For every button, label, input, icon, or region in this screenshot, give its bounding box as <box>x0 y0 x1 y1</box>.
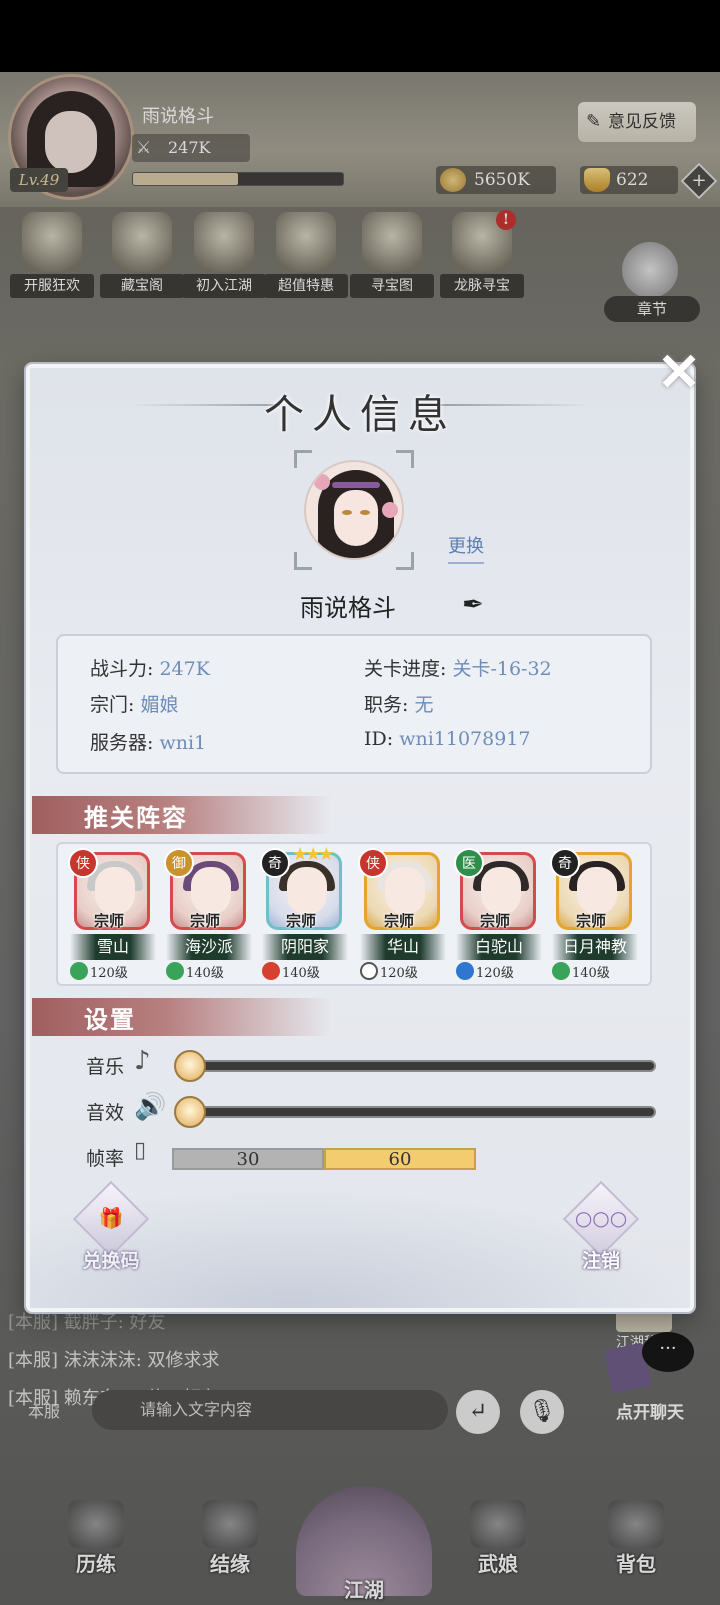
class-seal: 奇 <box>260 848 290 878</box>
role-info: 职务: 无 <box>364 694 434 716</box>
fps-option-30[interactable]: 30 <box>172 1148 324 1170</box>
power-info: 战斗力: 247K <box>90 658 210 680</box>
id-info: ID: wni11078917 <box>364 728 531 750</box>
gift-icon: 🎁 <box>98 1206 124 1230</box>
redeem-code-button[interactable]: 🎁 兑换码 <box>70 1180 160 1282</box>
speaker-icon: 🔊 <box>134 1092 167 1122</box>
sfx-label: 音效 <box>86 1102 125 1124</box>
sect-info: 宗门: 媚娘 <box>90 694 179 716</box>
nickname: 雨说格斗 <box>300 594 396 622</box>
music-slider[interactable] <box>180 1060 656 1072</box>
phone-icon: ▯ <box>134 1138 147 1163</box>
hero-card[interactable]: 医 宗师 白驼山 120级 <box>454 848 542 982</box>
sfx-slider[interactable] <box>180 1106 656 1118</box>
info-card: 战斗力: 247K 关卡进度: 关卡-16-32 宗门: 媚娘 职务: 无 服务… <box>56 634 652 774</box>
stage-info: 关卡进度: 关卡-16-32 <box>364 658 552 680</box>
fps-option-60[interactable]: 60 <box>324 1148 476 1170</box>
sfx-slider-handle[interactable] <box>174 1096 206 1128</box>
class-seal: 奇 <box>550 848 580 878</box>
change-avatar-link[interactable]: 更换 <box>448 532 484 564</box>
music-slider-handle[interactable] <box>174 1050 206 1082</box>
settings-section-header: 设置 <box>32 998 332 1036</box>
class-seal: 医 <box>454 848 484 878</box>
hero-card[interactable]: 奇 ★★★ 宗师 阴阳家 140级 <box>260 844 348 982</box>
logout-button[interactable]: ○○○ 注销 <box>560 1180 650 1282</box>
hero-card[interactable]: 侠 宗师 华山 120级 <box>358 848 446 982</box>
team-lineup: 侠 宗师 雪山 120级 御 宗师 海沙派 140级 奇 ★★★ 宗师 阴阳家 … <box>56 842 652 986</box>
fps-label: 帧率 <box>86 1148 125 1170</box>
modal-title: 个人信息 <box>264 392 456 438</box>
edit-name-icon[interactable]: ✒ <box>462 590 484 620</box>
music-note-icon: ♪ <box>134 1046 151 1076</box>
team-section-header: 推关阵容 <box>32 796 332 834</box>
class-seal: 侠 <box>68 848 98 878</box>
class-seal: 御 <box>164 848 194 878</box>
portrait-frame[interactable] <box>294 450 414 570</box>
more-icon: ○○○ <box>574 1206 628 1230</box>
fps-selector: 30 60 <box>172 1148 476 1170</box>
star-rating: ★★★ <box>292 844 334 865</box>
profile-portrait <box>304 460 404 560</box>
hero-card[interactable]: 侠 宗师 雪山 120级 <box>68 848 156 982</box>
server-info: 服务器: wni1 <box>90 732 207 754</box>
class-seal: 侠 <box>358 848 388 878</box>
profile-modal: 个人信息 更换 雨说格斗 ✒ 战斗力: 247K 关卡进度: 关卡-16-32 … <box>26 364 694 1312</box>
close-button[interactable]: ✕ <box>654 347 704 400</box>
hero-card[interactable]: 奇 宗师 日月神教 140级 <box>550 848 638 982</box>
hero-card[interactable]: 御 宗师 海沙派 140级 <box>164 848 252 982</box>
music-label: 音乐 <box>86 1056 125 1078</box>
